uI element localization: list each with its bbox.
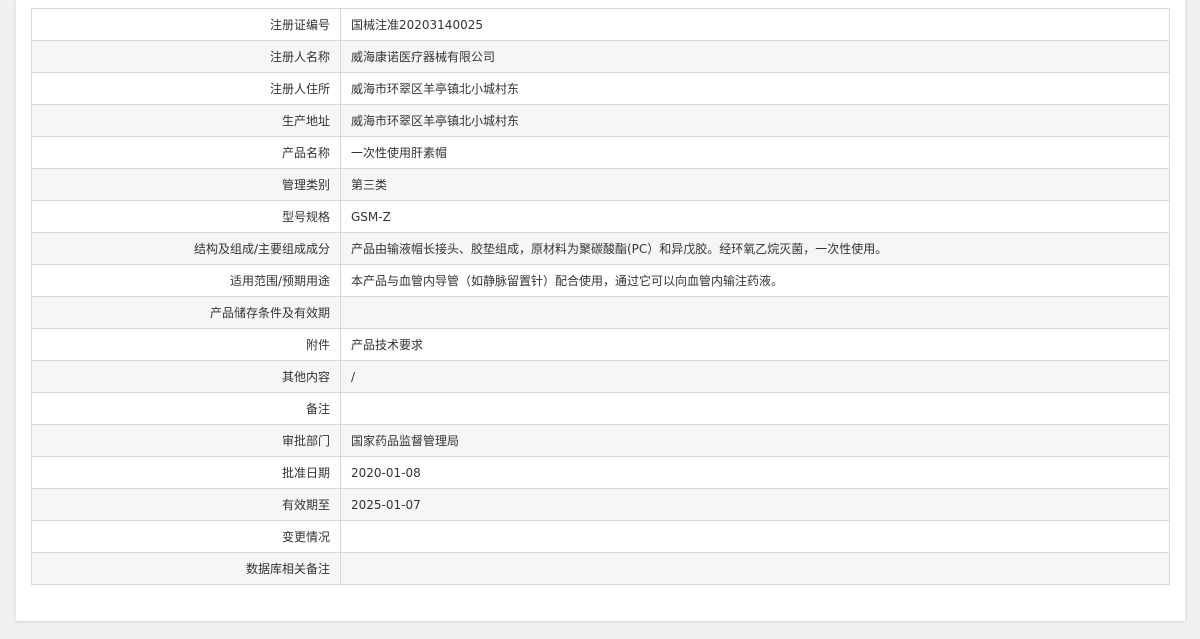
row-label: 审批部门: [31, 424, 341, 457]
row-value: GSM-Z: [340, 200, 1170, 233]
row-value: 威海市环翠区羊亭镇北小城村东: [340, 72, 1170, 105]
table-row: 型号规格 GSM-Z: [31, 200, 1170, 233]
table-row: 管理类别 第三类: [31, 168, 1170, 201]
table-row: 产品储存条件及有效期: [31, 296, 1170, 329]
row-value: 本产品与血管内导管（如静脉留置针）配合使用，通过它可以向血管内输注药液。: [340, 264, 1170, 297]
table-row: 有效期至 2025-01-07: [31, 488, 1170, 521]
row-label: 管理类别: [31, 168, 341, 201]
table-row: 批准日期 2020-01-08: [31, 456, 1170, 489]
row-label: 有效期至: [31, 488, 341, 521]
table-row: 备注: [31, 392, 1170, 425]
table-row: 变更情况: [31, 520, 1170, 553]
row-label: 型号规格: [31, 200, 341, 233]
row-label: 备注: [31, 392, 341, 425]
table-row: 数据库相关备注: [31, 552, 1170, 585]
row-label: 附件: [31, 328, 341, 361]
row-label: 批准日期: [31, 456, 341, 489]
row-value: [340, 296, 1170, 329]
row-value: 第三类: [340, 168, 1170, 201]
row-label: 其他内容: [31, 360, 341, 393]
table-row: 结构及组成/主要组成成分 产品由输液帽长接头、胶垫组成，原材料为聚碳酸酯(PC）…: [31, 232, 1170, 265]
row-value: 2020-01-08: [340, 456, 1170, 489]
row-label: 数据库相关备注: [31, 552, 341, 585]
detail-panel: 注册证编号 国械注准20203140025 注册人名称 威海康诺医疗器械有限公司…: [16, 0, 1185, 621]
row-label: 适用范围/预期用途: [31, 264, 341, 297]
table-row: 适用范围/预期用途 本产品与血管内导管（如静脉留置针）配合使用，通过它可以向血管…: [31, 264, 1170, 297]
row-value: 国械注准20203140025: [340, 8, 1170, 41]
registration-detail-table: 注册证编号 国械注准20203140025 注册人名称 威海康诺医疗器械有限公司…: [31, 8, 1170, 585]
row-value: 威海市环翠区羊亭镇北小城村东: [340, 104, 1170, 137]
table-row: 注册人住所 威海市环翠区羊亭镇北小城村东: [31, 72, 1170, 105]
row-label: 注册证编号: [31, 8, 341, 41]
row-label: 结构及组成/主要组成成分: [31, 232, 341, 265]
row-value: [340, 552, 1170, 585]
row-value: [340, 392, 1170, 425]
row-value: 产品由输液帽长接头、胶垫组成，原材料为聚碳酸酯(PC）和异戊胶。经环氧乙烷灭菌，…: [340, 232, 1170, 265]
row-value: [340, 520, 1170, 553]
row-label: 注册人名称: [31, 40, 341, 73]
row-label: 生产地址: [31, 104, 341, 137]
row-value: 一次性使用肝素帽: [340, 136, 1170, 169]
row-value: 威海康诺医疗器械有限公司: [340, 40, 1170, 73]
table-row: 注册证编号 国械注准20203140025: [31, 8, 1170, 41]
table-row: 其他内容 /: [31, 360, 1170, 393]
row-value: 产品技术要求: [340, 328, 1170, 361]
table-row: 附件 产品技术要求: [31, 328, 1170, 361]
row-label: 注册人住所: [31, 72, 341, 105]
row-label: 产品名称: [31, 136, 341, 169]
row-value: 国家药品监督管理局: [340, 424, 1170, 457]
row-value: 2025-01-07: [340, 488, 1170, 521]
row-label: 产品储存条件及有效期: [31, 296, 341, 329]
table-row: 注册人名称 威海康诺医疗器械有限公司: [31, 40, 1170, 73]
table-row: 产品名称 一次性使用肝素帽: [31, 136, 1170, 169]
table-row: 生产地址 威海市环翠区羊亭镇北小城村东: [31, 104, 1170, 137]
row-label: 变更情况: [31, 520, 341, 553]
table-row: 审批部门 国家药品监督管理局: [31, 424, 1170, 457]
row-value: /: [340, 360, 1170, 393]
